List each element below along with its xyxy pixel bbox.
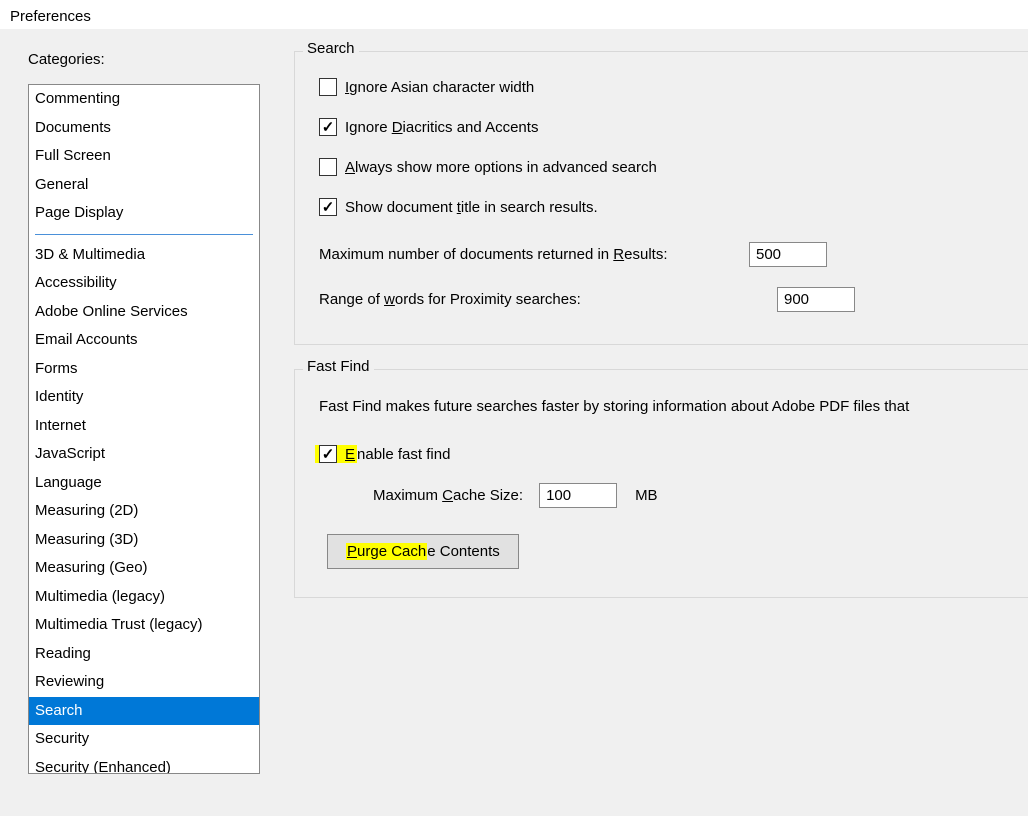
ignore-asian-row[interactable]: Ignore Asian character width <box>319 78 1028 96</box>
fast-find-legend: Fast Find <box>303 358 374 375</box>
category-item[interactable]: Multimedia (legacy) <box>29 583 259 612</box>
ignore-diacritics-label: Ignore Diacritics and Accents <box>345 119 538 136</box>
category-item[interactable]: Language <box>29 469 259 498</box>
ignore-asian-checkbox[interactable] <box>319 78 337 96</box>
show-title-checkbox[interactable] <box>319 198 337 216</box>
content-panel: Search Ignore Asian character width Igno… <box>278 29 1028 816</box>
show-title-label: Show document title in search results. <box>345 199 598 216</box>
category-item[interactable]: Search <box>29 697 259 726</box>
cache-size-input[interactable] <box>539 483 617 508</box>
purge-highlight: Purge Cach <box>346 543 427 560</box>
ignore-diacritics-row[interactable]: Ignore Diacritics and Accents <box>319 118 1028 136</box>
proximity-input[interactable] <box>777 287 855 312</box>
category-item[interactable]: Page Display <box>29 199 259 228</box>
max-results-row: Maximum number of documents returned in … <box>319 242 1028 267</box>
category-item[interactable]: Adobe Online Services <box>29 298 259 327</box>
category-item[interactable]: Forms <box>29 355 259 384</box>
category-item[interactable]: 3D & Multimedia <box>29 241 259 270</box>
category-item[interactable]: General <box>29 171 259 200</box>
enable-fast-find-highlight: E <box>315 445 357 463</box>
always-show-label: Always show more options in advanced sea… <box>345 159 657 176</box>
ignore-diacritics-checkbox[interactable] <box>319 118 337 136</box>
proximity-row: Range of words for Proximity searches: <box>319 287 1028 312</box>
cache-size-row: Maximum Cache Size: MB <box>373 483 1028 508</box>
enable-fast-find-label-hl: E <box>345 446 355 463</box>
category-list[interactable]: CommentingDocumentsFull ScreenGeneralPag… <box>28 84 260 774</box>
category-item[interactable]: Measuring (Geo) <box>29 554 259 583</box>
enable-fast-find-checkbox[interactable] <box>319 445 337 463</box>
category-item[interactable]: Documents <box>29 114 259 143</box>
category-item[interactable]: Multimedia Trust (legacy) <box>29 611 259 640</box>
fast-find-groupbox: Fast Find Fast Find makes future searche… <box>294 369 1028 598</box>
category-item[interactable]: Identity <box>29 383 259 412</box>
categories-panel: Categories: CommentingDocumentsFull Scre… <box>0 29 278 816</box>
category-item[interactable]: JavaScript <box>29 440 259 469</box>
category-item[interactable]: Security <box>29 725 259 754</box>
category-item[interactable]: Reviewing <box>29 668 259 697</box>
always-show-checkbox[interactable] <box>319 158 337 176</box>
categories-label: Categories: <box>28 51 260 68</box>
category-item[interactable]: Measuring (3D) <box>29 526 259 555</box>
fast-find-description: Fast Find makes future searches faster b… <box>319 398 1028 415</box>
purge-row: Purge Cache Contents <box>327 534 1028 569</box>
always-show-row[interactable]: Always show more options in advanced sea… <box>319 158 1028 176</box>
ignore-asian-label: Ignore Asian character width <box>345 79 534 96</box>
category-item[interactable]: Full Screen <box>29 142 259 171</box>
max-results-input[interactable] <box>749 242 827 267</box>
category-item[interactable]: Measuring (2D) <box>29 497 259 526</box>
cache-size-label: Maximum Cache Size: <box>373 487 523 504</box>
category-item[interactable]: Email Accounts <box>29 326 259 355</box>
enable-fast-find-row[interactable]: E nable fast find <box>319 445 1028 463</box>
max-results-label: Maximum number of documents returned in … <box>319 246 749 263</box>
proximity-label: Range of words for Proximity searches: <box>319 291 777 308</box>
category-item[interactable]: Accessibility <box>29 269 259 298</box>
purge-cache-button[interactable]: Purge Cache Contents <box>327 534 519 569</box>
preferences-body: Categories: CommentingDocumentsFull Scre… <box>0 29 1028 816</box>
category-item[interactable]: Reading <box>29 640 259 669</box>
category-item[interactable]: Internet <box>29 412 259 441</box>
category-item[interactable]: Security (Enhanced) <box>29 754 259 775</box>
cache-size-unit: MB <box>635 487 658 504</box>
search-legend: Search <box>303 40 359 57</box>
search-groupbox: Search Ignore Asian character width Igno… <box>294 51 1028 345</box>
category-item[interactable]: Commenting <box>29 85 259 114</box>
show-title-row[interactable]: Show document title in search results. <box>319 198 1028 216</box>
category-divider <box>35 234 253 235</box>
window-title: Preferences <box>0 0 1028 29</box>
enable-fast-find-label: nable fast find <box>357 446 450 463</box>
